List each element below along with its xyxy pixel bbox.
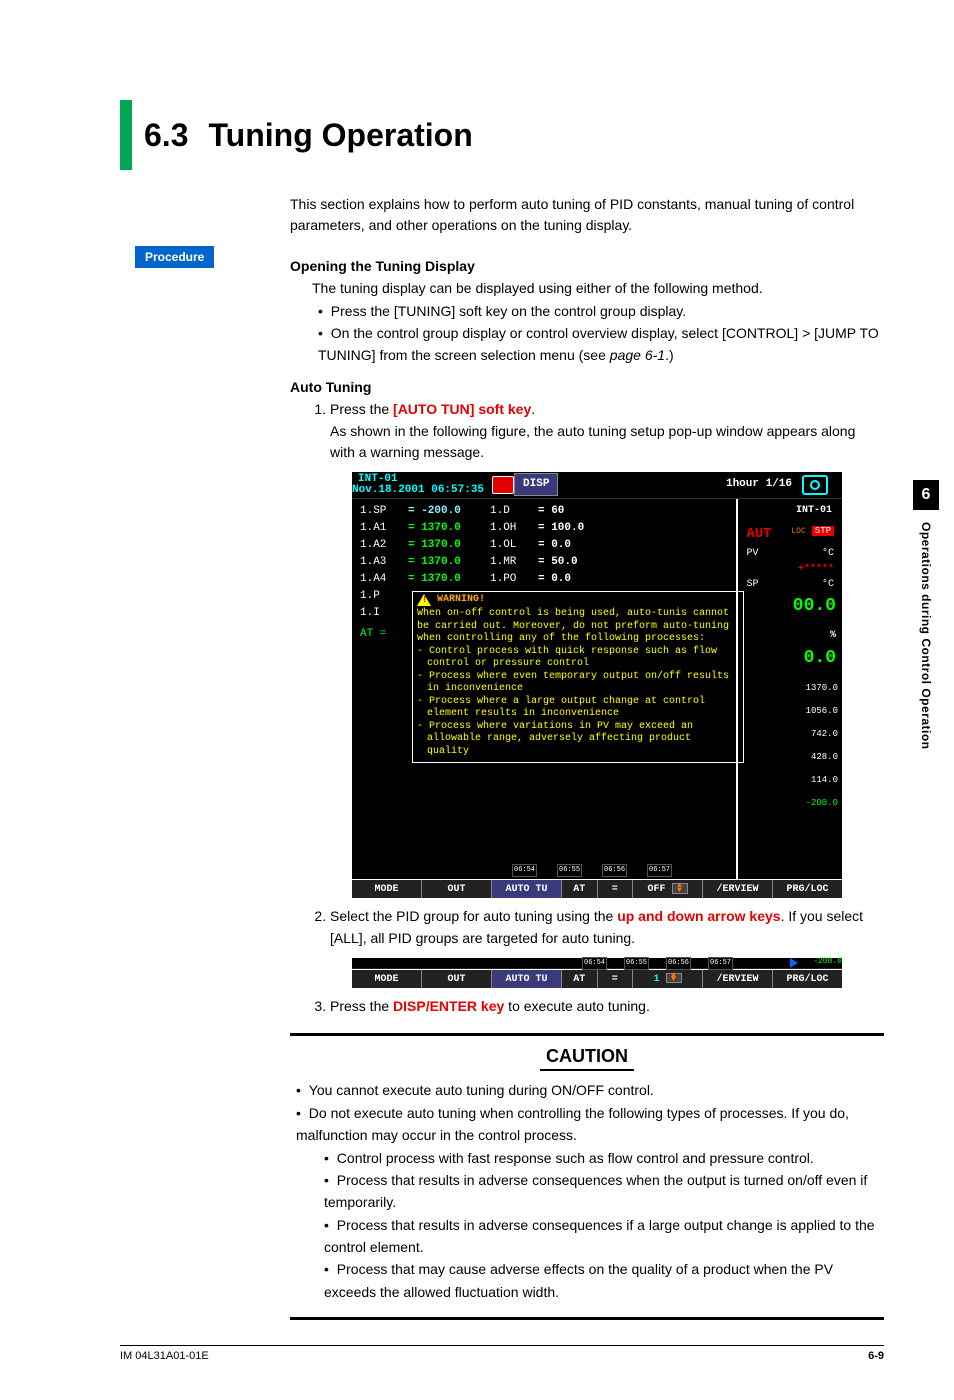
- opening-heading: Opening the Tuning Display: [290, 258, 884, 274]
- doc-id: IM 04L31A01-01E: [120, 1350, 209, 1362]
- step-1-text: As shown in the following figure, the au…: [330, 421, 884, 464]
- ss1-datetime: Nov.18.2001 06:57:35: [352, 485, 492, 496]
- intro-text: This section explains how to perform aut…: [290, 194, 884, 236]
- opening-text: The tuning display can be displayed usin…: [312, 278, 884, 300]
- step-2: Select the PID group for auto tuning usi…: [330, 906, 884, 987]
- sk-erview[interactable]: /ERVIEW: [703, 880, 773, 898]
- auto-tun-softkey-ref: [AUTO TUN] soft key: [393, 401, 531, 417]
- page-number: 6-9: [868, 1350, 884, 1362]
- sk2-erview[interactable]: /ERVIEW: [703, 970, 773, 988]
- arrow-stepper-icon[interactable]: ▲▼: [666, 973, 682, 984]
- opening-bullets: Press the [TUNING] soft key on the contr…: [312, 300, 884, 367]
- camera-icon[interactable]: [802, 475, 828, 495]
- sk2-auto-tun[interactable]: AUTO TU: [492, 970, 562, 988]
- sk2-at[interactable]: AT: [562, 970, 598, 988]
- alarm-icon: [492, 476, 514, 494]
- warning-label: WARNING!: [437, 594, 485, 607]
- step-3: Press the DISP/ENTER key to execute auto…: [330, 996, 884, 1018]
- section-header: 6.3 Tuning Operation: [120, 100, 884, 170]
- sk2-eq[interactable]: =: [598, 970, 634, 988]
- step-1: Press the [AUTO TUN] soft key. As shown …: [330, 399, 884, 898]
- sk-at[interactable]: AT: [562, 880, 598, 898]
- chapter-side-tab: 6 Operations during Control Operation: [898, 480, 954, 750]
- play-marker-icon: [790, 958, 798, 968]
- caution-b2: Do not execute auto tuning when controll…: [296, 1102, 884, 1304]
- warning-intro: When on-off control is being used, auto-…: [417, 608, 729, 644]
- caution-heading: CAUTION: [290, 1046, 884, 1071]
- caution-b1: You cannot execute auto tuning during ON…: [296, 1079, 884, 1101]
- caution-rule-bottom: [290, 1317, 884, 1320]
- ss1-header: INT-01 Nov.18.2001 06:57:35 DISP 1hour 1…: [352, 472, 842, 499]
- sk2-value[interactable]: 1 ▲▼: [633, 970, 703, 988]
- disp-button[interactable]: DISP: [514, 473, 558, 496]
- sk-eq[interactable]: =: [598, 880, 634, 898]
- section-number: 6.3: [144, 117, 188, 154]
- procedure-tag: Procedure: [135, 246, 214, 268]
- ss1-status-panel: INT-01 AUTLOC STP PV°C +***** SP°C 00.0 …: [736, 499, 842, 879]
- sk2-prgloc[interactable]: PRG/LOC: [773, 970, 842, 988]
- caution-sub-bullets: Control process with fast response such …: [318, 1147, 884, 1304]
- ss1-param-panel: 1.SP= -200.01.D= 60 1.A1= 1370.01.OH= 10…: [352, 499, 736, 879]
- warning-popup: WARNING! When on-off control is being us…: [412, 591, 744, 764]
- section-accent-bar: [120, 100, 132, 170]
- tuning-screenshot-2: 06:54 06:55 06:56 06:57 -200.0 MODE OUT …: [352, 958, 842, 988]
- ss2-softkeys: MODE OUT AUTO TU AT = 1 ▲▼ /ERVIEW PRG/L…: [352, 969, 842, 988]
- at-label: AT =: [360, 626, 408, 643]
- chapter-title-tab: Operations during Control Operation: [919, 522, 933, 750]
- warning-icon: [417, 594, 431, 606]
- ss1-softkeys: MODE OUT AUTO TU AT = OFF ▲▼ /ERVIEW PRG…: [352, 879, 842, 898]
- sk-value[interactable]: OFF ▲▼: [633, 880, 703, 898]
- caution-bullets: You cannot execute auto tuning during ON…: [290, 1079, 884, 1303]
- chapter-number-tab: 6: [913, 480, 939, 510]
- open-bullet-2: On the control group display or control …: [318, 322, 884, 367]
- tuning-screenshot-1: INT-01 Nov.18.2001 06:57:35 DISP 1hour 1…: [352, 472, 842, 898]
- sk-prgloc[interactable]: PRG/LOC: [773, 880, 842, 898]
- sk-out[interactable]: OUT: [422, 880, 492, 898]
- caution-rule-top: [290, 1033, 884, 1036]
- ss1-timescale: 1hour 1/16: [726, 476, 792, 493]
- sk2-out[interactable]: OUT: [422, 970, 492, 988]
- auto-tuning-steps: Press the [AUTO TUN] soft key. As shown …: [312, 399, 884, 1018]
- auto-tuning-heading: Auto Tuning: [290, 379, 884, 395]
- sk-mode[interactable]: MODE: [352, 880, 422, 898]
- section-title: Tuning Operation: [208, 117, 472, 154]
- open-bullet-1: Press the [TUNING] soft key on the contr…: [318, 300, 884, 322]
- arrow-stepper-icon[interactable]: ▲▼: [672, 883, 688, 894]
- sk-auto-tun[interactable]: AUTO TU: [492, 880, 562, 898]
- page-ref: page 6-1: [610, 347, 665, 363]
- arrow-keys-ref: up and down arrow keys: [617, 908, 780, 924]
- sk2-mode[interactable]: MODE: [352, 970, 422, 988]
- page-footer: IM 04L31A01-01E 6-9: [120, 1345, 884, 1362]
- disp-enter-ref: DISP/ENTER key: [393, 998, 504, 1014]
